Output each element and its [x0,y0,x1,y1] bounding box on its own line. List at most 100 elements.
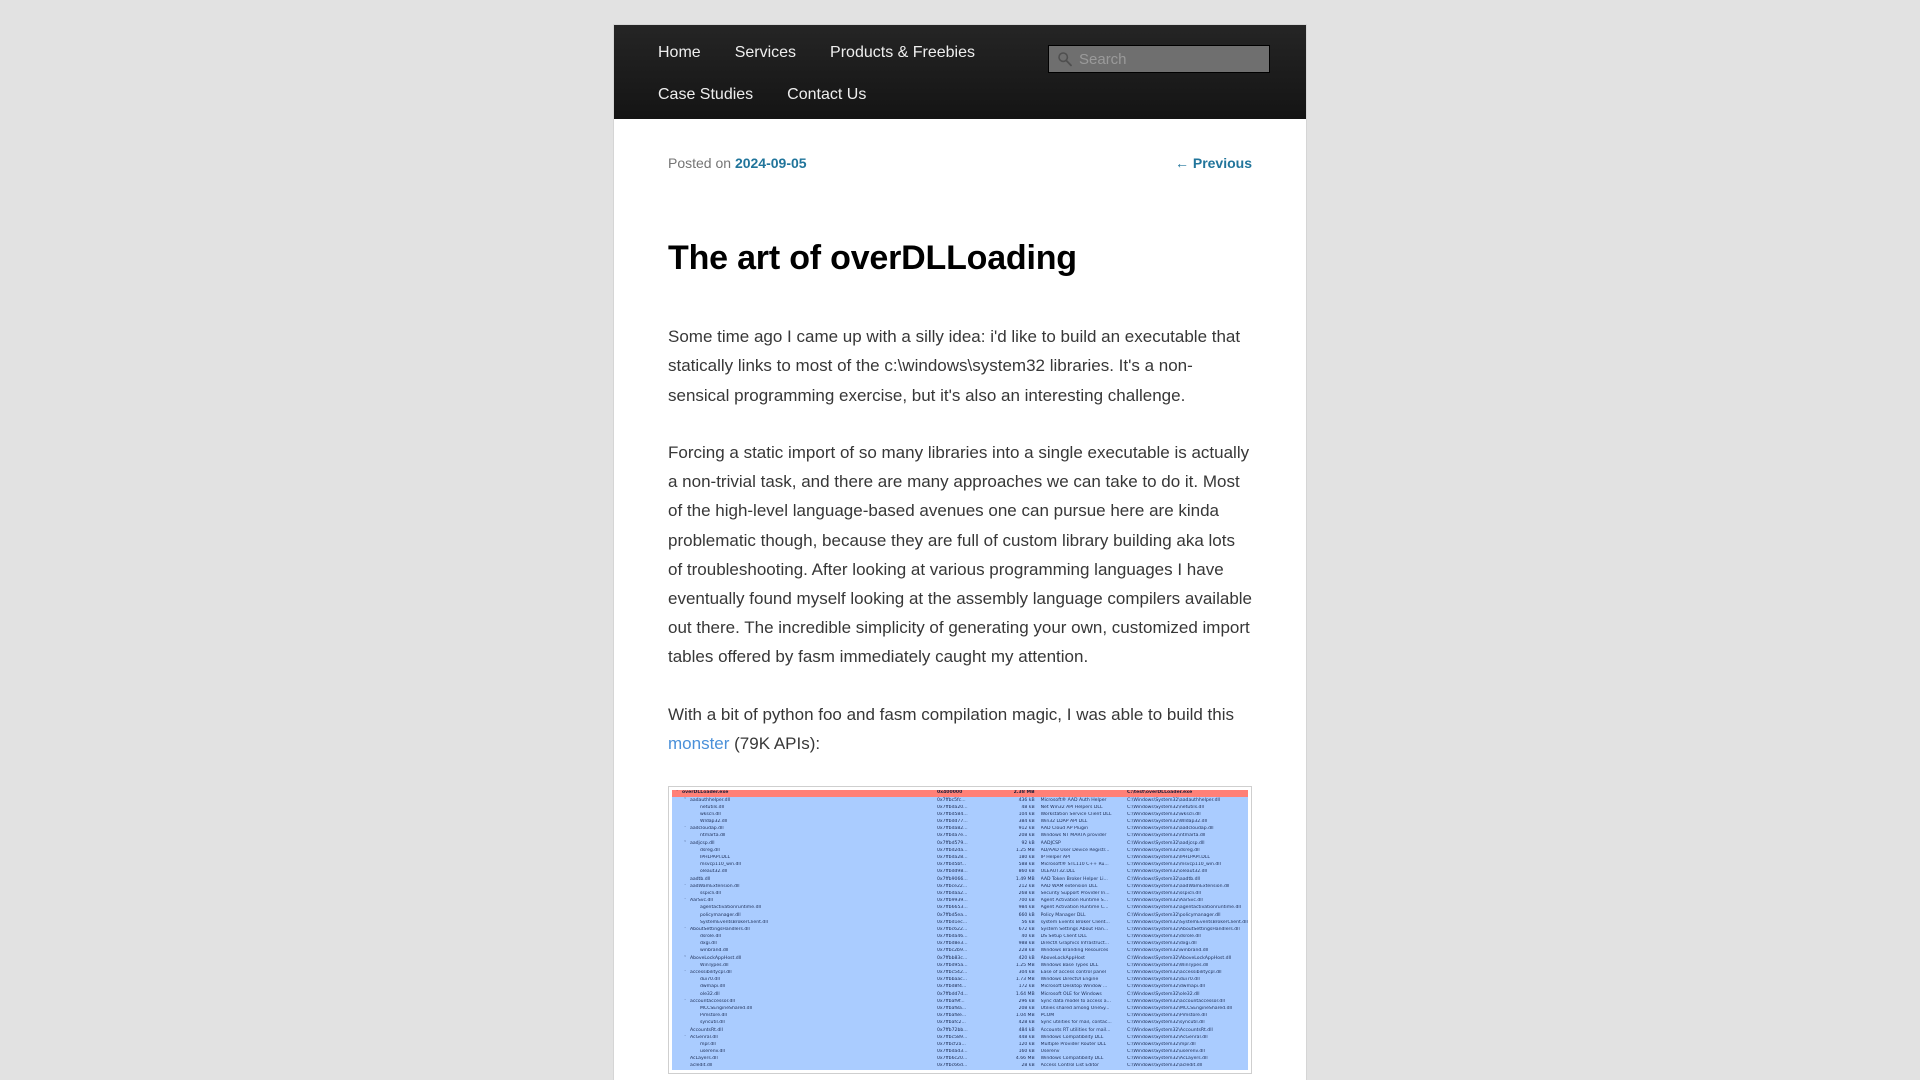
dll-tree-row[interactable]: sspicli.dll 0x7ffbdaa2... 268 kB Security S… [672,890,1248,898]
dll-tree-row[interactable]: WinTypes.dll 0x7ffbd95a... 1.25 MB Windows … [672,962,1248,970]
dll-row-name: ˅ AboutSettingsHandlers.dll [672,926,937,934]
dll-tree-row[interactable]: ˅ aadcloudap.dll 0x7ffbda82... 912 kB AAD Cl… [672,826,1248,834]
dll-tree-row[interactable]: oleaut32.dll 0x7ffbdd98... 860 kB OLEAUT32.… [672,869,1248,877]
dll-tree-root-row[interactable]: ˅ overDLLoader.exe 0x400000 2.38 MB C:\test\… [672,790,1248,798]
dll-row-size: 40 kB [1000,933,1041,942]
dll-row-description: Agent Activation Runtime C... [1040,905,1128,913]
dll-row-name: dui70.dll [672,977,937,985]
dll-tree-row[interactable]: MCCSEngineShared.dll 0x7ffbaf8a... 208 kB U… [672,1005,1248,1013]
dll-row-size: 212 kB [1000,883,1041,891]
dll-row-size: 4.66 MB [1000,1056,1041,1064]
dll-row-name: ˅ overDLLoader.exe [672,790,937,798]
nav-item-home[interactable]: Home [658,45,701,61]
dll-row-name: msvcp110_win.dll [672,862,937,870]
dll-tree-row[interactable]: policymanager.dll 0x7ffbd5ea... 660 kB Poli… [672,912,1248,920]
dll-tree-row[interactable]: acledit.dll 0x7ffbc66d... 28 kB Access Cont… [672,1063,1248,1071]
dll-tree-row[interactable]: aadtb.dll 0x7ffb9066... 1.49 MB AAD Token B… [672,876,1248,884]
dll-row-size: 1.04 MB [1000,1012,1041,1021]
dll-row-name: ˅ AboveLockAppHost.dll [672,955,937,963]
dll-tree-row[interactable]: wkscli.dll 0x7ffbd584... 104 kB Workstation… [672,811,1248,819]
chevron-down-icon[interactable]: ˅ [684,999,689,1005]
dll-tree-row[interactable]: dui70.dll 0x7ffbbaac... 1.73 MB Windows Dir… [672,977,1248,985]
dll-tree-row[interactable]: agentactivationruntime.dll 0x7ffb6653... 9… [672,905,1248,913]
dll-row-address: 0x7ffbd5ea... [936,912,1001,920]
dll-row-description: Windows Branding Resources [1040,948,1128,956]
dll-tree-row[interactable]: SystemEventsBrokerClient.dll 0x7ffbd1ec..… [672,919,1248,927]
chevron-down-icon[interactable]: ˅ [684,1035,689,1041]
dll-row-size: 672 kB [1000,926,1041,934]
dll-row-name: dsrole.dll [672,933,937,942]
dll-tree-row[interactable]: ˅ aadjcsp.dll 0x7ffbd579... 92 kB AADJCSP C:\… [672,840,1248,848]
nav-item-contact-us[interactable]: Contact Us [787,86,866,103]
dll-row-description: Windows DirectUI Engine [1040,977,1128,985]
dll-row-description: Security Support Provider In... [1040,890,1128,898]
dll-tree-row[interactable]: dsreg.dll 0x7ffbd2da... 1.25 MB AD/AAD User… [672,847,1248,855]
dll-tree-row[interactable]: msvcp110_win.dll 0x7ffbd5bf... 588 kB Micro… [672,862,1248,870]
dll-tree-row[interactable]: Pimstore.dll 0x7ffbaf8e... 1.04 MB PCOM C:\W… [672,1012,1248,1021]
dll-tree-row[interactable]: mpr.dll 0x7ffbcf2a... 120 kB Multiple Provi… [672,1041,1248,1049]
dll-row-path: C:\Windows\System32\WinTypes.dll [1127,962,1248,970]
search-input[interactable] [1079,48,1259,70]
site-wrapper: Home Services Products & Freebies Case S… [614,25,1306,1080]
dll-tree-row[interactable]: ˅ AboutSettingsHandlers.dll 0x7ffbc622... 6… [672,926,1248,934]
dll-tree-row[interactable]: ˅ aadWamExtension.dll 0x7ffbce22... 212 kB A… [672,883,1248,891]
dll-row-path: C:\Windows\System32\AboutSettingsHandler… [1127,926,1248,934]
dll-row-address: 0x7ffbaf9f... [936,998,1001,1006]
nav-item-products-freebies[interactable]: Products & Freebies [830,45,975,61]
dll-row-path: C:\Windows\System32\accountaccessor.dll [1127,998,1248,1006]
dll-row-name: dxgi.dll [672,941,937,949]
monster-link[interactable]: monster [668,734,729,753]
dll-tree-row[interactable]: ˅ AarSvc.dll 0x7ffb9939... 700 kB Agent Acti… [672,897,1248,906]
dll-tree-row[interactable]: ˅ AcGenral.dll 0x7ffbc589... 448 kB Windows … [672,1034,1248,1042]
nav-item-case-studies[interactable]: Case Studies [658,86,753,103]
search-form[interactable] [1048,45,1270,73]
dll-row-description: Accounts RT utilities for mail... [1040,1027,1128,1035]
dll-row-path: C:\Windows\System32\userenv.dll [1127,1048,1248,1057]
dll-tree-row[interactable]: ˅ accessibilitycpl.dll 0x7ffbc542... 304 kB… [672,969,1248,978]
nav-item-services[interactable]: Services [735,45,796,61]
dll-row-name: aadtb.dll [672,876,937,884]
dll-tree-row[interactable]: userenv.dll 0x7ffbdad3... 160 kB Userenv C:\… [672,1048,1248,1057]
dll-row-name: acledit.dll [672,1063,937,1071]
dll-row-size: 1.64 MB [1000,991,1041,999]
dll-tree-row[interactable]: netutils.dll 0x7ffbda20... 48 kB Net Win32 … [672,804,1248,812]
dll-tree-row[interactable]: dwmapi.dll 0x7ffbd8f4... 172 kB Microsoft D… [672,984,1248,992]
post-date-link[interactable]: 2024-09-05 [735,155,807,171]
chevron-down-icon[interactable]: ˅ [684,970,689,976]
dll-row-name: ˅ aadWamExtension.dll [672,883,937,891]
chevron-down-icon[interactable]: ˅ [684,956,689,962]
dll-row-description: Microsoft® AAD Auth Helper [1040,797,1128,805]
dll-tree-row[interactable]: IPHLPAPI.DLL 0x7ffbda28... 180 kB IP Helper… [672,854,1248,863]
dll-tree-row[interactable]: dxgi.dll 0x7ffbd8e3... 988 kB DirectX Graph… [672,941,1248,949]
dll-row-path: C:\Windows\System32\oleaut32.dll [1127,869,1248,877]
dll-row-description: Sync data model to access a... [1040,998,1128,1006]
dll-tree-row[interactable]: dsrole.dll 0x7ffbda46... 40 kB DS Setup Cli… [672,933,1248,942]
dll-tree-row[interactable]: syncutil.dll 0x7ffbafc2... 428 kB Sync util… [672,1020,1248,1028]
dll-tree-row[interactable]: ˅ accountaccessor.dll 0x7ffbaf9f... 296 kB S… [672,998,1248,1006]
dll-tree-row[interactable]: AccountsRt.dll 0x7ffb72bb... 484 kB Account… [672,1027,1248,1035]
dll-row-path: C:\Windows\System32\dwmapi.dll [1127,984,1248,992]
dll-tree-row[interactable]: AcLayers.dll 0x7ffb6c20... 4.66 MB Windows … [672,1056,1248,1064]
dll-row-path: C:\Windows\System32\AcGenral.dll [1127,1034,1248,1042]
dll-row-path: C:\Windows\System32\dsreg.dll [1127,847,1248,855]
dll-row-size: 660 kB [1000,912,1041,920]
dll-tree-row[interactable]: Wldap32.dll 0x7ffbdd77... 384 kB Win32 LDAP… [672,818,1248,827]
chevron-down-icon[interactable]: ˅ [684,841,689,847]
dll-row-path: C:\Windows\System32\aadcloudap.dll [1127,826,1248,834]
dll-row-description: system Events Broker Client... [1040,919,1128,927]
dll-row-name: ˅ AarSvc.dll [672,897,937,906]
dll-tree-row[interactable]: ˅ aadauthhelper.dll 0x7ffbc5fc... 436 kB Mic… [672,797,1248,805]
chevron-down-icon[interactable]: ˅ [684,827,689,832]
dll-tree-row[interactable]: ˅ AboveLockAppHost.dll 0x7ffbb83c... 420 kB… [672,955,1248,963]
chevron-down-icon[interactable]: ˅ [684,798,689,804]
dll-row-address: 0x7ffbc5fc... [936,797,1001,805]
chevron-down-icon[interactable]: ˅ [684,927,689,933]
chevron-down-icon[interactable]: ˅ [684,899,689,904]
chevron-down-icon[interactable]: ˅ [684,884,689,890]
dll-row-name: MCCSEngineShared.dll [672,1005,937,1013]
dll-tree-row[interactable]: ole32.dll 0x7ffbdd7d... 1.64 MB Microsoft O… [672,991,1248,999]
chevron-down-icon[interactable]: ˅ [676,791,681,796]
dll-tree-row[interactable]: winbrand.dll 0x7ffbc2b9... 228 kB Windows B… [672,948,1248,956]
previous-post-link[interactable]: ← Previous [1175,155,1252,171]
dll-tree-row[interactable]: ntmarta.dll 0x7ffbda7e... 208 kB Windows NT… [672,833,1248,841]
